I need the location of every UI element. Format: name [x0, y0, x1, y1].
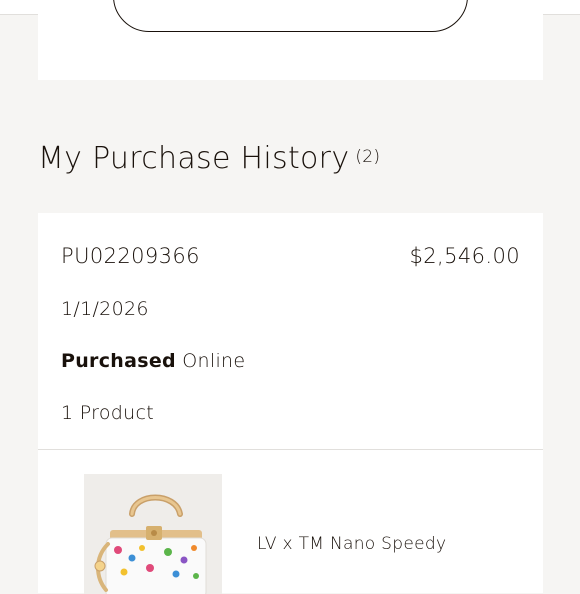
action-button[interactable] — [113, 0, 468, 32]
product-image[interactable] — [84, 474, 222, 594]
order-total: $2,546.00 — [409, 244, 520, 268]
order-date: 1/1/2026 — [61, 298, 149, 320]
order-product-count: 1 Product — [61, 402, 154, 424]
product-name[interactable]: LV x TM Nano Speedy — [257, 533, 446, 555]
page-title: My Purchase History (2) — [38, 139, 380, 179]
order-card[interactable]: PU02209366 $2,546.00 1/1/2026 Purchased … — [38, 213, 543, 594]
order-number: PU02209366 — [61, 244, 200, 268]
order-channel-label: Purchased — [61, 350, 176, 372]
purchase-count: (2) — [355, 147, 381, 167]
order-channel-value: Online — [182, 350, 246, 372]
divider — [38, 449, 543, 450]
page-title-text: My Purchase History — [38, 141, 350, 176]
handbag-image-icon — [84, 474, 222, 594]
top-card — [38, 0, 543, 80]
order-channel: Purchased Online — [61, 349, 245, 373]
